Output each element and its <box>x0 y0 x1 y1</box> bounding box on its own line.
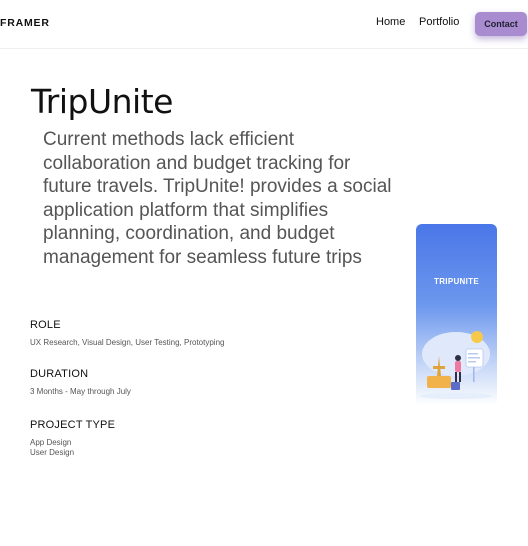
contact-button[interactable]: Contact <box>475 12 527 36</box>
project-description: Current methods lack efficient collabora… <box>43 129 392 268</box>
role-section: ROLE UX Research, Visual Design, User Te… <box>30 319 224 348</box>
role-label: ROLE <box>30 319 61 331</box>
travel-illustration <box>420 331 492 399</box>
project-type-item: User Design <box>30 448 75 457</box>
sun-icon <box>471 331 483 343</box>
top-navigation: FRAMER Home Portfolio Contact <box>0 0 528 49</box>
project-type-values: App Design User Design <box>30 438 115 458</box>
role-value: UX Research, Visual Design, User Testing… <box>30 338 225 347</box>
app-preview-image: TRIPUNITE <box>416 224 497 406</box>
duration-label: DURATION <box>30 368 89 380</box>
nav-link-portfolio[interactable]: Portfolio <box>419 16 459 28</box>
person-icon <box>455 355 461 361</box>
brand-logo[interactable]: FRAMER <box>0 17 50 29</box>
project-type-item: App Design <box>30 438 72 447</box>
duration-section: DURATION 3 Months - May through July <box>30 368 131 397</box>
page-title: TripUnite <box>31 82 173 121</box>
project-type-label: PROJECT TYPE <box>30 419 116 431</box>
project-type-section: PROJECT TYPE App Design User Design <box>30 419 115 458</box>
nav-link-home[interactable]: Home <box>376 16 405 28</box>
luggage-icon <box>427 376 451 388</box>
duration-value: 3 Months - May through July <box>30 387 131 396</box>
app-preview-title: TRIPUNITE <box>434 277 479 286</box>
